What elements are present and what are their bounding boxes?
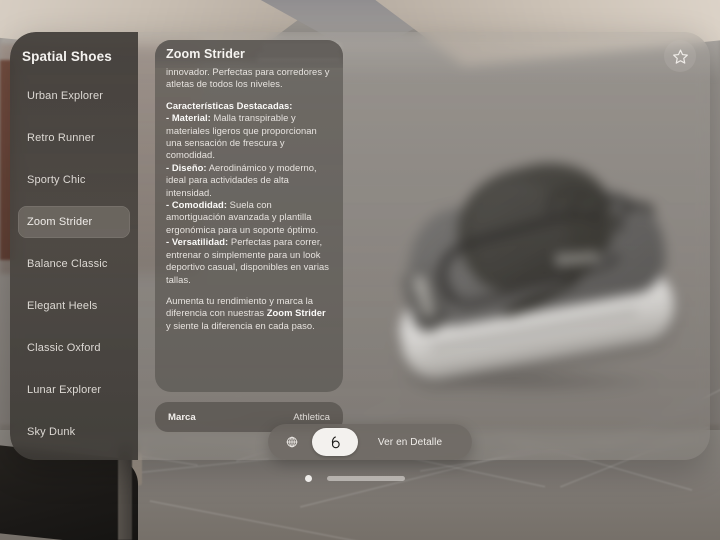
sidebar-item-balance-classic[interactable]: Balance Classic [18, 248, 130, 280]
globe-icon [286, 436, 298, 448]
page-dot-active[interactable] [305, 475, 312, 482]
view-in-detail-button[interactable]: Ver en Detalle [358, 437, 468, 448]
sidebar-item-label: Elegant Heels [27, 300, 98, 312]
feature-design-label: - Diseño: [166, 161, 207, 173]
sidebar-list: Urban Explorer Retro Runner Sporty Chic … [10, 80, 138, 460]
window-resize-handle[interactable] [327, 476, 405, 481]
features-heading: Características Destacadas: [166, 99, 293, 111]
sidebar-item-sporty-chic[interactable]: Sporty Chic [18, 164, 130, 196]
globe-button[interactable] [272, 428, 312, 456]
sidebar-item-combat-dominator[interactable]: Combat Dominator [18, 458, 130, 460]
sidebar-item-label: Lunar Explorer [27, 384, 102, 396]
description-intro-paragraph: innovador. Perfectas para corredores y a… [166, 66, 330, 90]
sidebar-item-classic-oxford[interactable]: Classic Oxford [18, 332, 130, 364]
sidebar-title: Spatial Shoes [22, 49, 112, 64]
sidebar-item-zoom-strider[interactable]: Zoom Strider [18, 206, 130, 238]
star-outline-icon [672, 49, 688, 64]
sidebar-item-sky-dunk[interactable]: Sky Dunk [18, 416, 130, 448]
feature-versatility-label: - Versatilidad: [166, 236, 229, 248]
sidebar-item-label: Balance Classic [27, 258, 108, 270]
rotate-gesture-icon [331, 435, 340, 448]
product-detail-card: innovador. Perfectas para corredores y a… [147, 32, 343, 460]
product-title-bar: Zoom Strider [155, 40, 343, 68]
favorite-button[interactable] [664, 40, 696, 72]
sidebar-item-elegant-heels[interactable]: Elegant Heels [18, 290, 130, 322]
object-toolbar: Ver en Detalle [268, 424, 472, 460]
rotate-gesture-button[interactable] [312, 428, 358, 456]
sidebar-item-label: Retro Runner [27, 132, 95, 144]
sidebar-item-retro-runner[interactable]: Retro Runner [18, 122, 130, 154]
sidebar-item-label: Sky Dunk [27, 426, 76, 438]
sidebar-item-label: Sporty Chic [27, 174, 86, 186]
closing-text-after: y siente la diferencia en cada paso. [166, 319, 315, 331]
spec-label-brand: Marca [168, 411, 196, 423]
sidebar: Spatial Shoes Urban Explorer Retro Runne… [10, 32, 138, 460]
feature-material-label: - Material: [166, 112, 211, 124]
product-description-scroll[interactable]: innovador. Perfectas para corredores y a… [155, 40, 343, 392]
spec-value-brand: Athletica [293, 411, 330, 423]
sidebar-item-urban-explorer[interactable]: Urban Explorer [18, 80, 130, 112]
sidebar-item-label: Zoom Strider [27, 216, 93, 228]
closing-brand-name: Zoom Strider [266, 307, 326, 319]
sidebar-item-label: Urban Explorer [27, 90, 104, 102]
page-title: Zoom Strider [166, 47, 245, 61]
product-description-body: innovador. Perfectas para corredores y a… [166, 66, 332, 332]
sidebar-item-lunar-explorer[interactable]: Lunar Explorer [18, 374, 130, 406]
spatial-shoes-app-window: Spatial Shoes Urban Explorer Retro Runne… [10, 32, 710, 460]
feature-comfort-label: - Comodidad: [166, 199, 228, 211]
sidebar-item-label: Classic Oxford [27, 342, 101, 354]
